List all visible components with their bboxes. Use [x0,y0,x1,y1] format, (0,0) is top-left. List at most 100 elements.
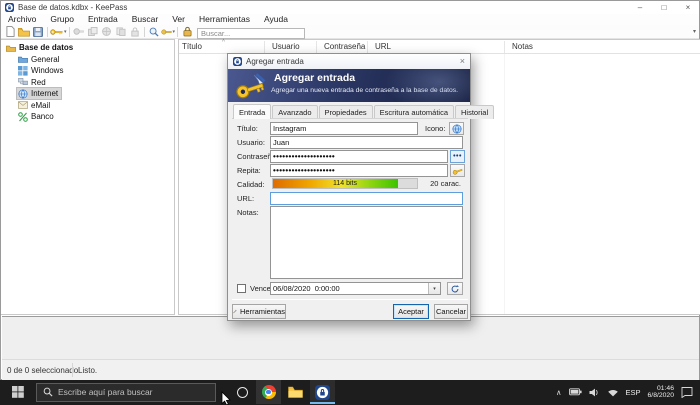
copy-username-button-disabled[interactable] [114,25,128,38]
cancelar-button[interactable]: Cancelar [434,304,468,319]
dialog-lock-icon [233,57,242,66]
tab-escritura-automatica[interactable]: Escritura automática [373,105,455,119]
globe-icon [452,124,461,133]
icon-picker-button[interactable] [449,122,464,135]
keepass-app-icon [5,3,14,12]
banner-subtitle: Agregar una nueva entrada de contraseña … [271,87,459,94]
print-button-disabled[interactable] [100,25,114,38]
statusbar-ready: Listo. [78,365,98,375]
action-center-icon[interactable] [681,386,693,398]
quality-chars-label: 20 carac. [430,179,461,188]
url-input[interactable] [270,192,463,205]
copy-password-button-disabled[interactable] [128,25,142,38]
file-explorer-button[interactable] [283,380,308,404]
column-header-titulo[interactable]: Título [182,40,202,54]
clock[interactable]: 01:46 6/8/2020 [648,385,674,400]
chrome-taskbar-button[interactable] [256,380,281,404]
tree-item-label: Windows [31,66,64,76]
minimize-button[interactable]: – [633,1,647,14]
tree-item-base-de-datos[interactable]: Base de datos [1,42,174,54]
toolbar-separator [68,26,70,37]
column-separator[interactable] [264,41,265,53]
tree-item-banco[interactable]: Banco [1,111,174,123]
column-header-notas[interactable]: Notas [512,40,533,54]
language-indicator[interactable]: ESP [626,388,641,397]
system-tray: ∧ ESP 01:46 6/8/2020 [556,385,700,400]
mouse-cursor [221,391,231,405]
tree-item-red[interactable]: Red [1,77,174,89]
column-header-url[interactable]: URL [375,40,391,54]
edit-entry-button-disabled[interactable] [72,25,86,38]
maximize-button[interactable]: □ [657,1,671,14]
keepass-taskbar-button[interactable] [310,380,335,404]
banner-title: Agregar entrada [274,72,356,84]
cortana-button[interactable] [230,380,255,404]
tab-propiedades[interactable]: Propiedades [318,105,373,119]
menu-ver[interactable]: Ver [165,14,192,25]
network-icon[interactable] [607,388,619,397]
tree-item-email[interactable]: eMail [1,100,174,112]
tab-entrada[interactable]: Entrada [233,104,272,119]
tree-item-label: Banco [31,112,54,122]
search-icon [43,387,53,397]
battery-icon[interactable] [568,388,582,396]
circular-arrow-icon [451,284,459,292]
titulo-input[interactable] [270,122,418,135]
contrasena-input[interactable] [270,150,448,163]
tab-historial[interactable]: Historial [455,105,495,119]
notas-textarea[interactable] [270,206,463,279]
aceptar-button[interactable]: Aceptar [393,304,429,319]
filter-button[interactable]: ▾ [160,25,175,38]
tray-time: 01:46 [656,384,674,392]
add-entry-button[interactable]: ▾ [50,25,67,38]
herramientas-button[interactable]: Herramientas [232,304,286,319]
tree-item-windows[interactable]: Windows [1,65,174,77]
generate-password-button[interactable] [450,164,465,177]
column-header-contrasena[interactable]: Contraseña [324,40,365,54]
column-header-usuario[interactable]: Usuario [272,40,300,54]
toolbar-overflow-button[interactable]: ▾ [693,28,696,35]
menu-buscar[interactable]: Buscar [125,14,165,25]
tray-date: 6/8/2020 [647,392,674,399]
menu-grupo[interactable]: Grupo [43,14,81,25]
lock-workspace-button[interactable] [180,25,194,38]
start-button[interactable] [0,380,36,404]
close-button[interactable]: × [681,1,695,14]
usuario-input[interactable] [270,136,463,149]
tree-item-internet[interactable]: Internet [1,87,174,101]
menu-archivo[interactable]: Archivo [1,14,43,25]
dialog-separator [232,299,468,300]
find-button[interactable] [147,25,161,38]
date-dropdown-button[interactable]: ▾ [428,283,440,294]
calidad-label: Calidad: [237,180,265,189]
quick-search-input[interactable] [197,27,306,39]
taskbar-search[interactable] [36,382,216,402]
expiry-presets-button[interactable] [447,282,463,295]
column-separator[interactable] [504,41,505,53]
repita-label: Repita: [237,166,261,175]
duplicate-entry-button-disabled[interactable] [86,25,100,38]
new-database-button[interactable] [3,25,17,38]
taskbar-search-input[interactable] [58,387,198,397]
column-separator[interactable] [367,41,368,53]
entry-detail-pane [2,316,699,359]
dialog-tabs: Entrada Avanzado Propiedades Escritura a… [233,104,495,119]
speaker-icon[interactable] [589,388,600,397]
open-folder-icon [18,27,30,36]
repita-input[interactable] [270,164,448,177]
save-button[interactable] [31,25,45,38]
tree-item-label: Red [31,77,46,87]
vence-date-input[interactable] [271,283,428,294]
reveal-password-button[interactable]: ••• [450,150,465,163]
tray-chevron-icon[interactable]: ∧ [556,388,562,397]
database-folder-icon [6,45,16,52]
notas-label: Notas: [237,208,259,217]
tab-avanzado[interactable]: Avanzado [272,105,318,119]
menu-entrada[interactable]: Entrada [81,14,125,25]
column-separator[interactable] [316,41,317,53]
open-database-button[interactable] [17,25,31,38]
tree-item-general[interactable]: General [1,54,174,66]
dialog-close-button[interactable]: × [460,54,465,69]
tree-item-label: eMail [31,100,51,110]
vence-checkbox[interactable] [237,284,246,293]
